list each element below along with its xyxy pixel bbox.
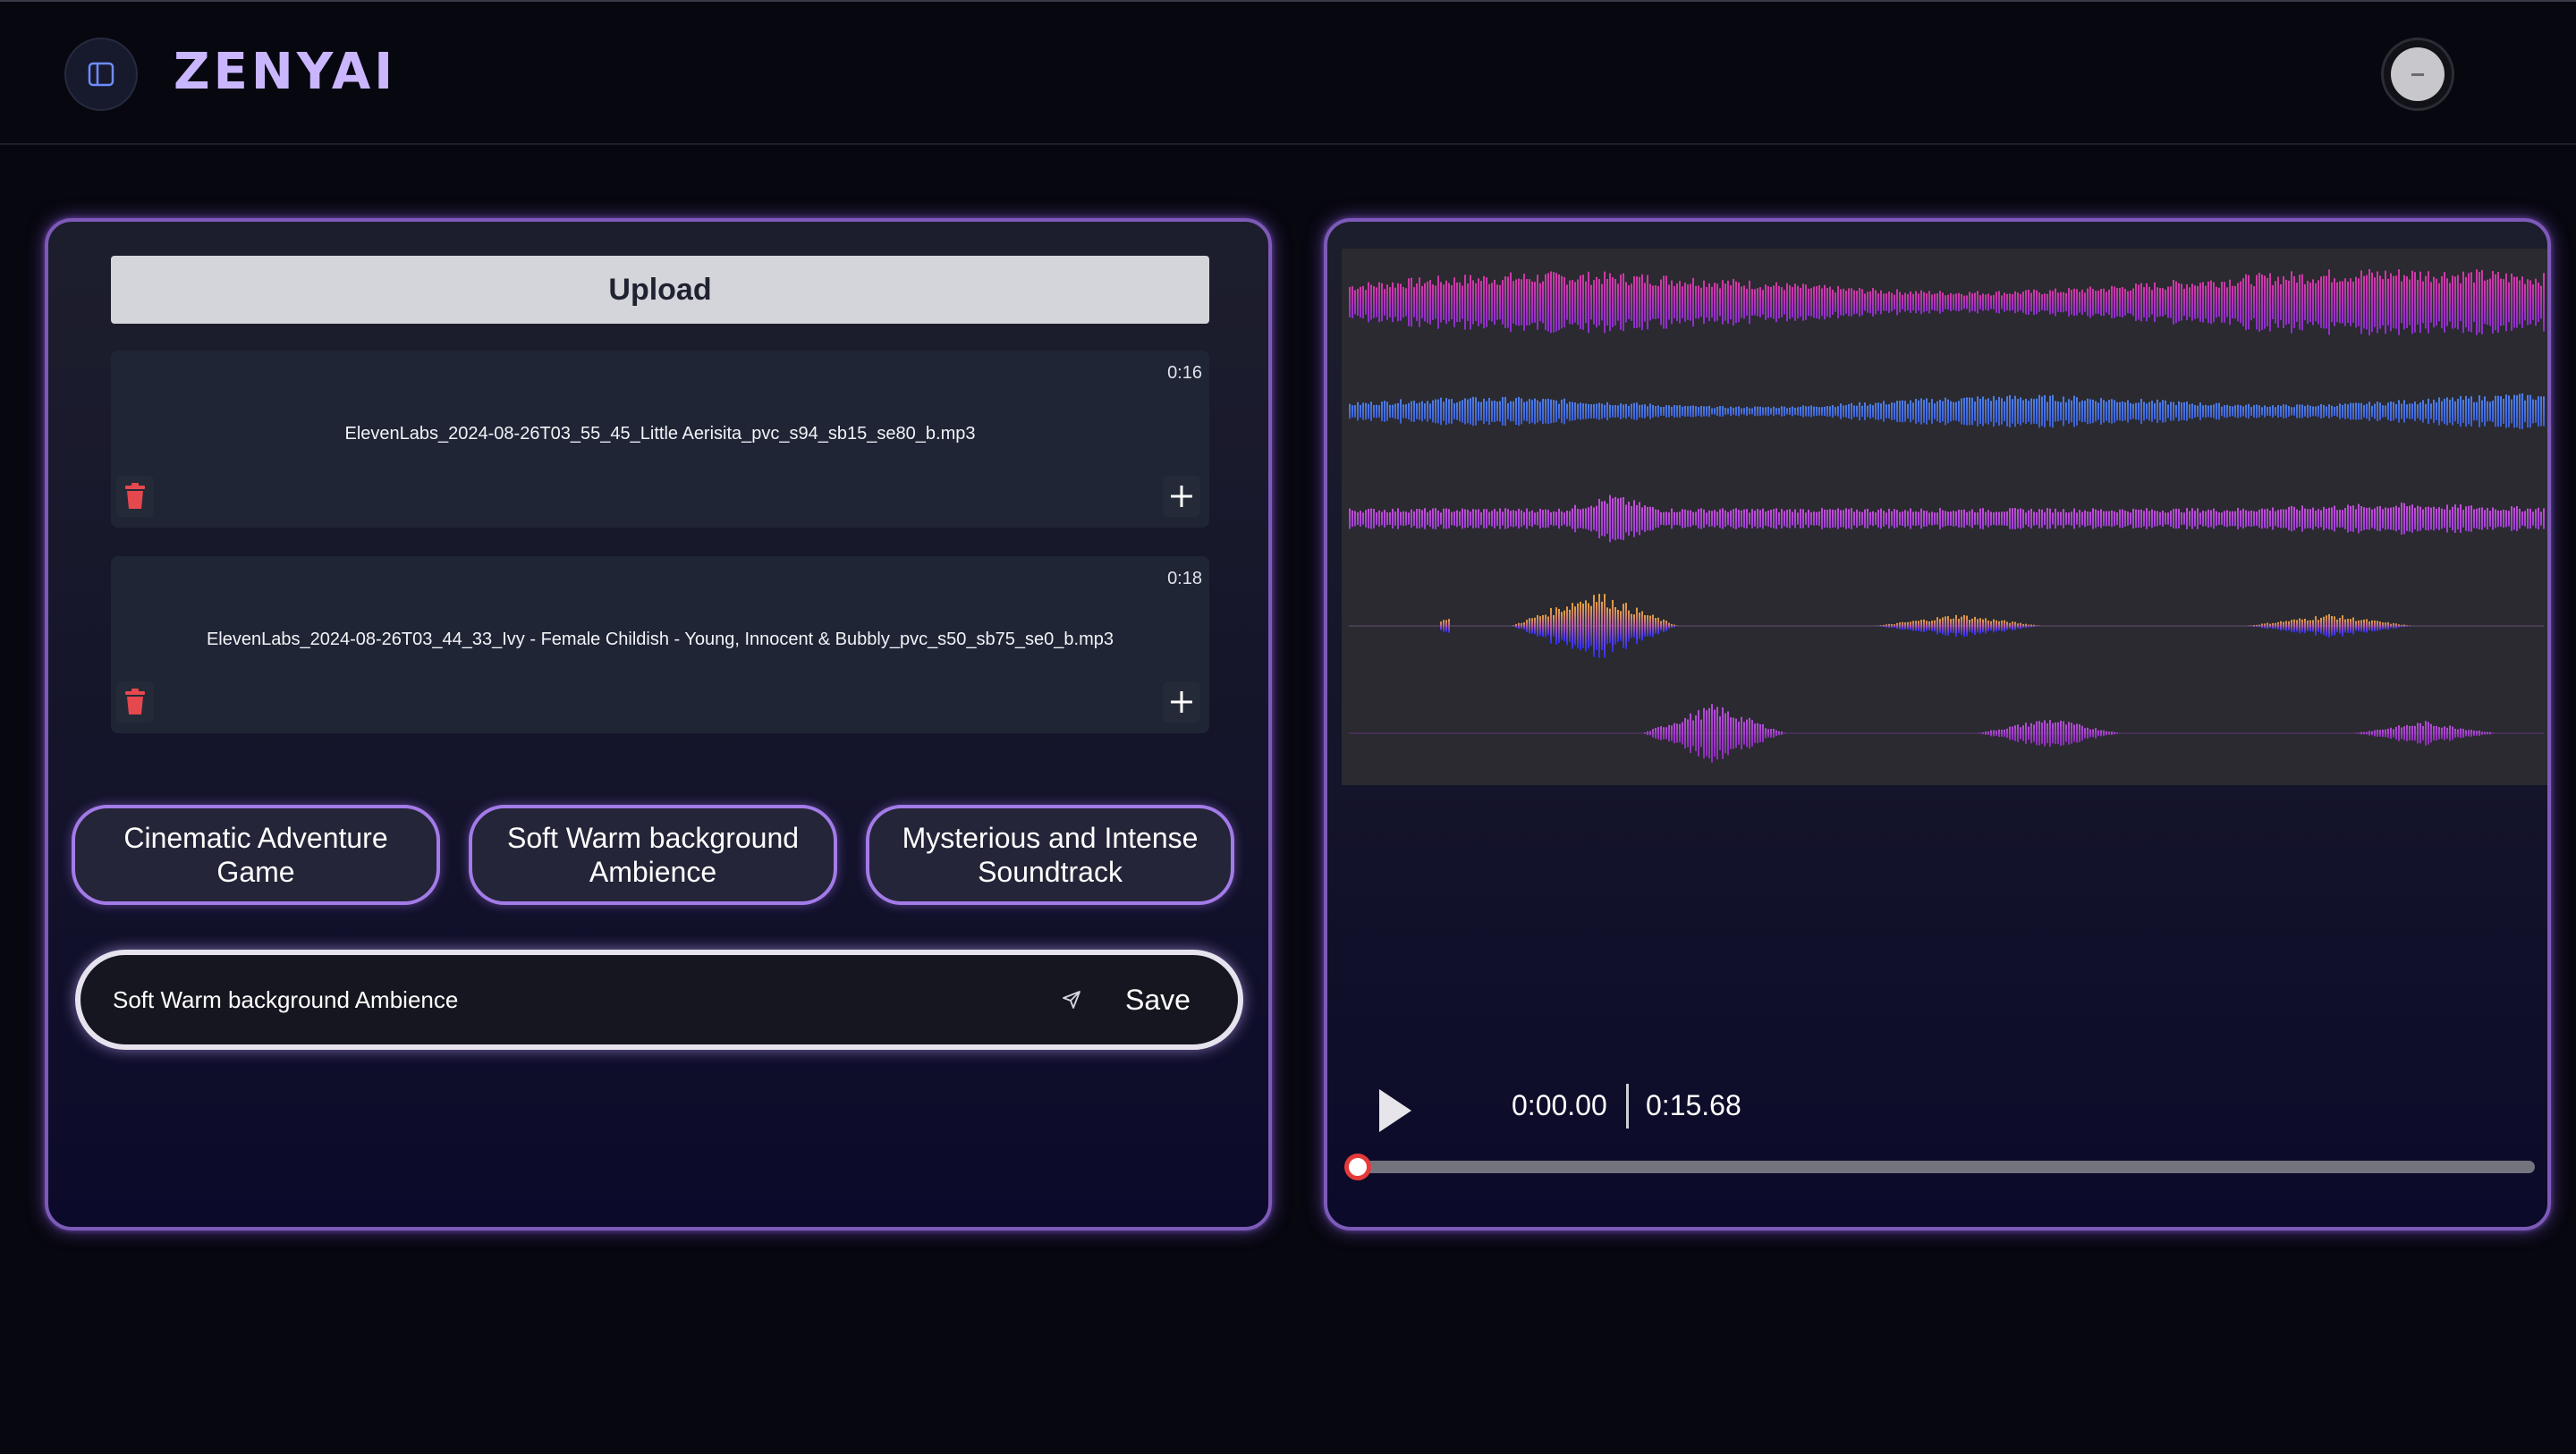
app-header: ZENYAI bbox=[0, 2, 2576, 145]
add-to-mix-button[interactable] bbox=[1163, 476, 1200, 517]
current-time: 0:00.00 bbox=[1512, 1089, 1607, 1121]
send-icon bbox=[1063, 991, 1080, 1009]
preset-mysterious-soundtrack[interactable]: Mysterious and Intense Soundtrack bbox=[866, 805, 1234, 905]
trash-icon bbox=[125, 483, 145, 509]
waveform-track-3[interactable] bbox=[1349, 495, 2545, 543]
prompt-input[interactable] bbox=[113, 975, 1007, 1025]
plus-icon bbox=[1171, 691, 1192, 713]
app-logo: ZENYAI bbox=[174, 43, 397, 101]
seek-bar[interactable] bbox=[1344, 1154, 2535, 1180]
waveform-track-4[interactable] bbox=[1349, 594, 2544, 658]
sidebar-toggle-button[interactable] bbox=[64, 38, 138, 111]
waveform-track-2[interactable] bbox=[1349, 393, 2545, 430]
library-panel: Upload 0:16 ElevenLabs_2024-08-26T03_55_… bbox=[45, 218, 1272, 1230]
play-icon bbox=[1379, 1089, 1411, 1132]
send-button[interactable] bbox=[1052, 980, 1091, 1019]
trash-icon bbox=[125, 689, 145, 714]
delete-file-button[interactable] bbox=[116, 681, 154, 723]
preset-soft-warm-ambience[interactable]: Soft Warm background Ambience bbox=[469, 805, 837, 905]
waveform-track-1[interactable] bbox=[1349, 268, 2545, 336]
sidebar-panel-icon bbox=[88, 62, 114, 87]
user-avatar-button[interactable] bbox=[2381, 38, 2454, 111]
file-duration: 0:16 bbox=[1167, 363, 1202, 383]
audio-file-card: 0:16 ElevenLabs_2024-08-26T03_55_45_Litt… bbox=[111, 351, 1209, 528]
play-button[interactable] bbox=[1374, 1086, 1417, 1136]
preset-cinematic-adventure[interactable]: Cinematic Adventure Game bbox=[72, 805, 440, 905]
seek-handle[interactable] bbox=[1344, 1154, 1371, 1180]
file-name: ElevenLabs_2024-08-26T03_44_33_Ivy - Fem… bbox=[206, 630, 1114, 649]
delete-file-button[interactable] bbox=[116, 476, 154, 517]
add-to-mix-button[interactable] bbox=[1163, 681, 1200, 723]
time-divider bbox=[1626, 1084, 1629, 1129]
file-name: ElevenLabs_2024-08-26T03_55_45_Little Ae… bbox=[344, 424, 976, 444]
prompt-bar: Save bbox=[75, 950, 1243, 1050]
upload-button[interactable]: Upload bbox=[111, 256, 1209, 324]
audio-file-card: 0:18 ElevenLabs_2024-08-26T03_44_33_Ivy … bbox=[111, 556, 1209, 733]
player-panel: 0:00.00 0:15.68 bbox=[1324, 218, 2551, 1230]
save-button[interactable]: Save bbox=[1125, 976, 1191, 1023]
waveform-area bbox=[1342, 249, 2547, 785]
plus-icon bbox=[1171, 486, 1192, 507]
waveform-track-5[interactable] bbox=[1349, 704, 2544, 763]
user-avatar-icon bbox=[2391, 47, 2445, 101]
total-time: 0:15.68 bbox=[1646, 1089, 1741, 1121]
file-duration: 0:18 bbox=[1167, 569, 1202, 588]
